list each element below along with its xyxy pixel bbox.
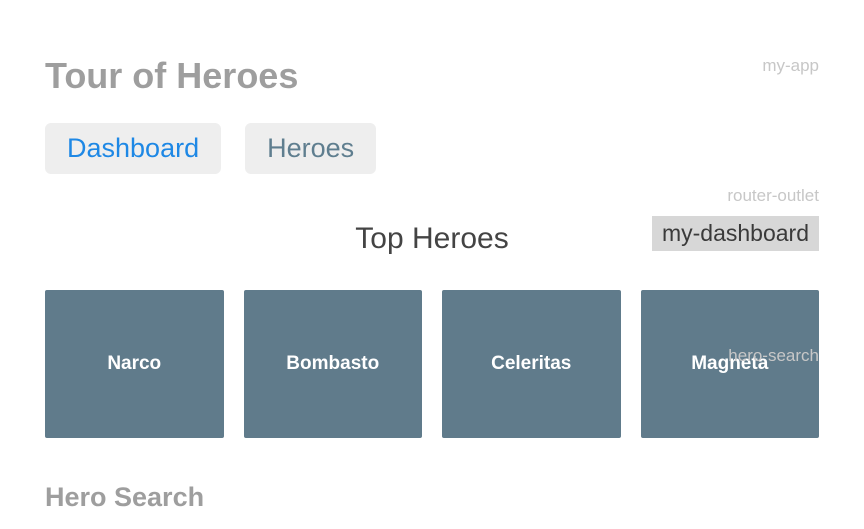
dev-label-my-app: my-app xyxy=(762,56,819,76)
nav-dashboard[interactable]: Dashboard xyxy=(45,123,221,174)
hero-card[interactable]: Celeritas xyxy=(442,290,621,438)
main-nav: Dashboard Heroes xyxy=(45,123,819,174)
hero-card[interactable]: Narco xyxy=(45,290,224,438)
app-title: Tour of Heroes xyxy=(45,55,819,97)
dev-label-hero-search: hero-search xyxy=(728,346,819,366)
dev-label-router-outlet: router-outlet xyxy=(727,186,819,206)
dev-label-my-dashboard: my-dashboard xyxy=(652,216,819,251)
nav-heroes[interactable]: Heroes xyxy=(245,123,376,174)
hero-search-heading: Hero Search xyxy=(45,482,819,513)
hero-grid: Narco Bombasto Celeritas Magneta xyxy=(45,290,819,438)
hero-card[interactable]: Bombasto xyxy=(244,290,423,438)
